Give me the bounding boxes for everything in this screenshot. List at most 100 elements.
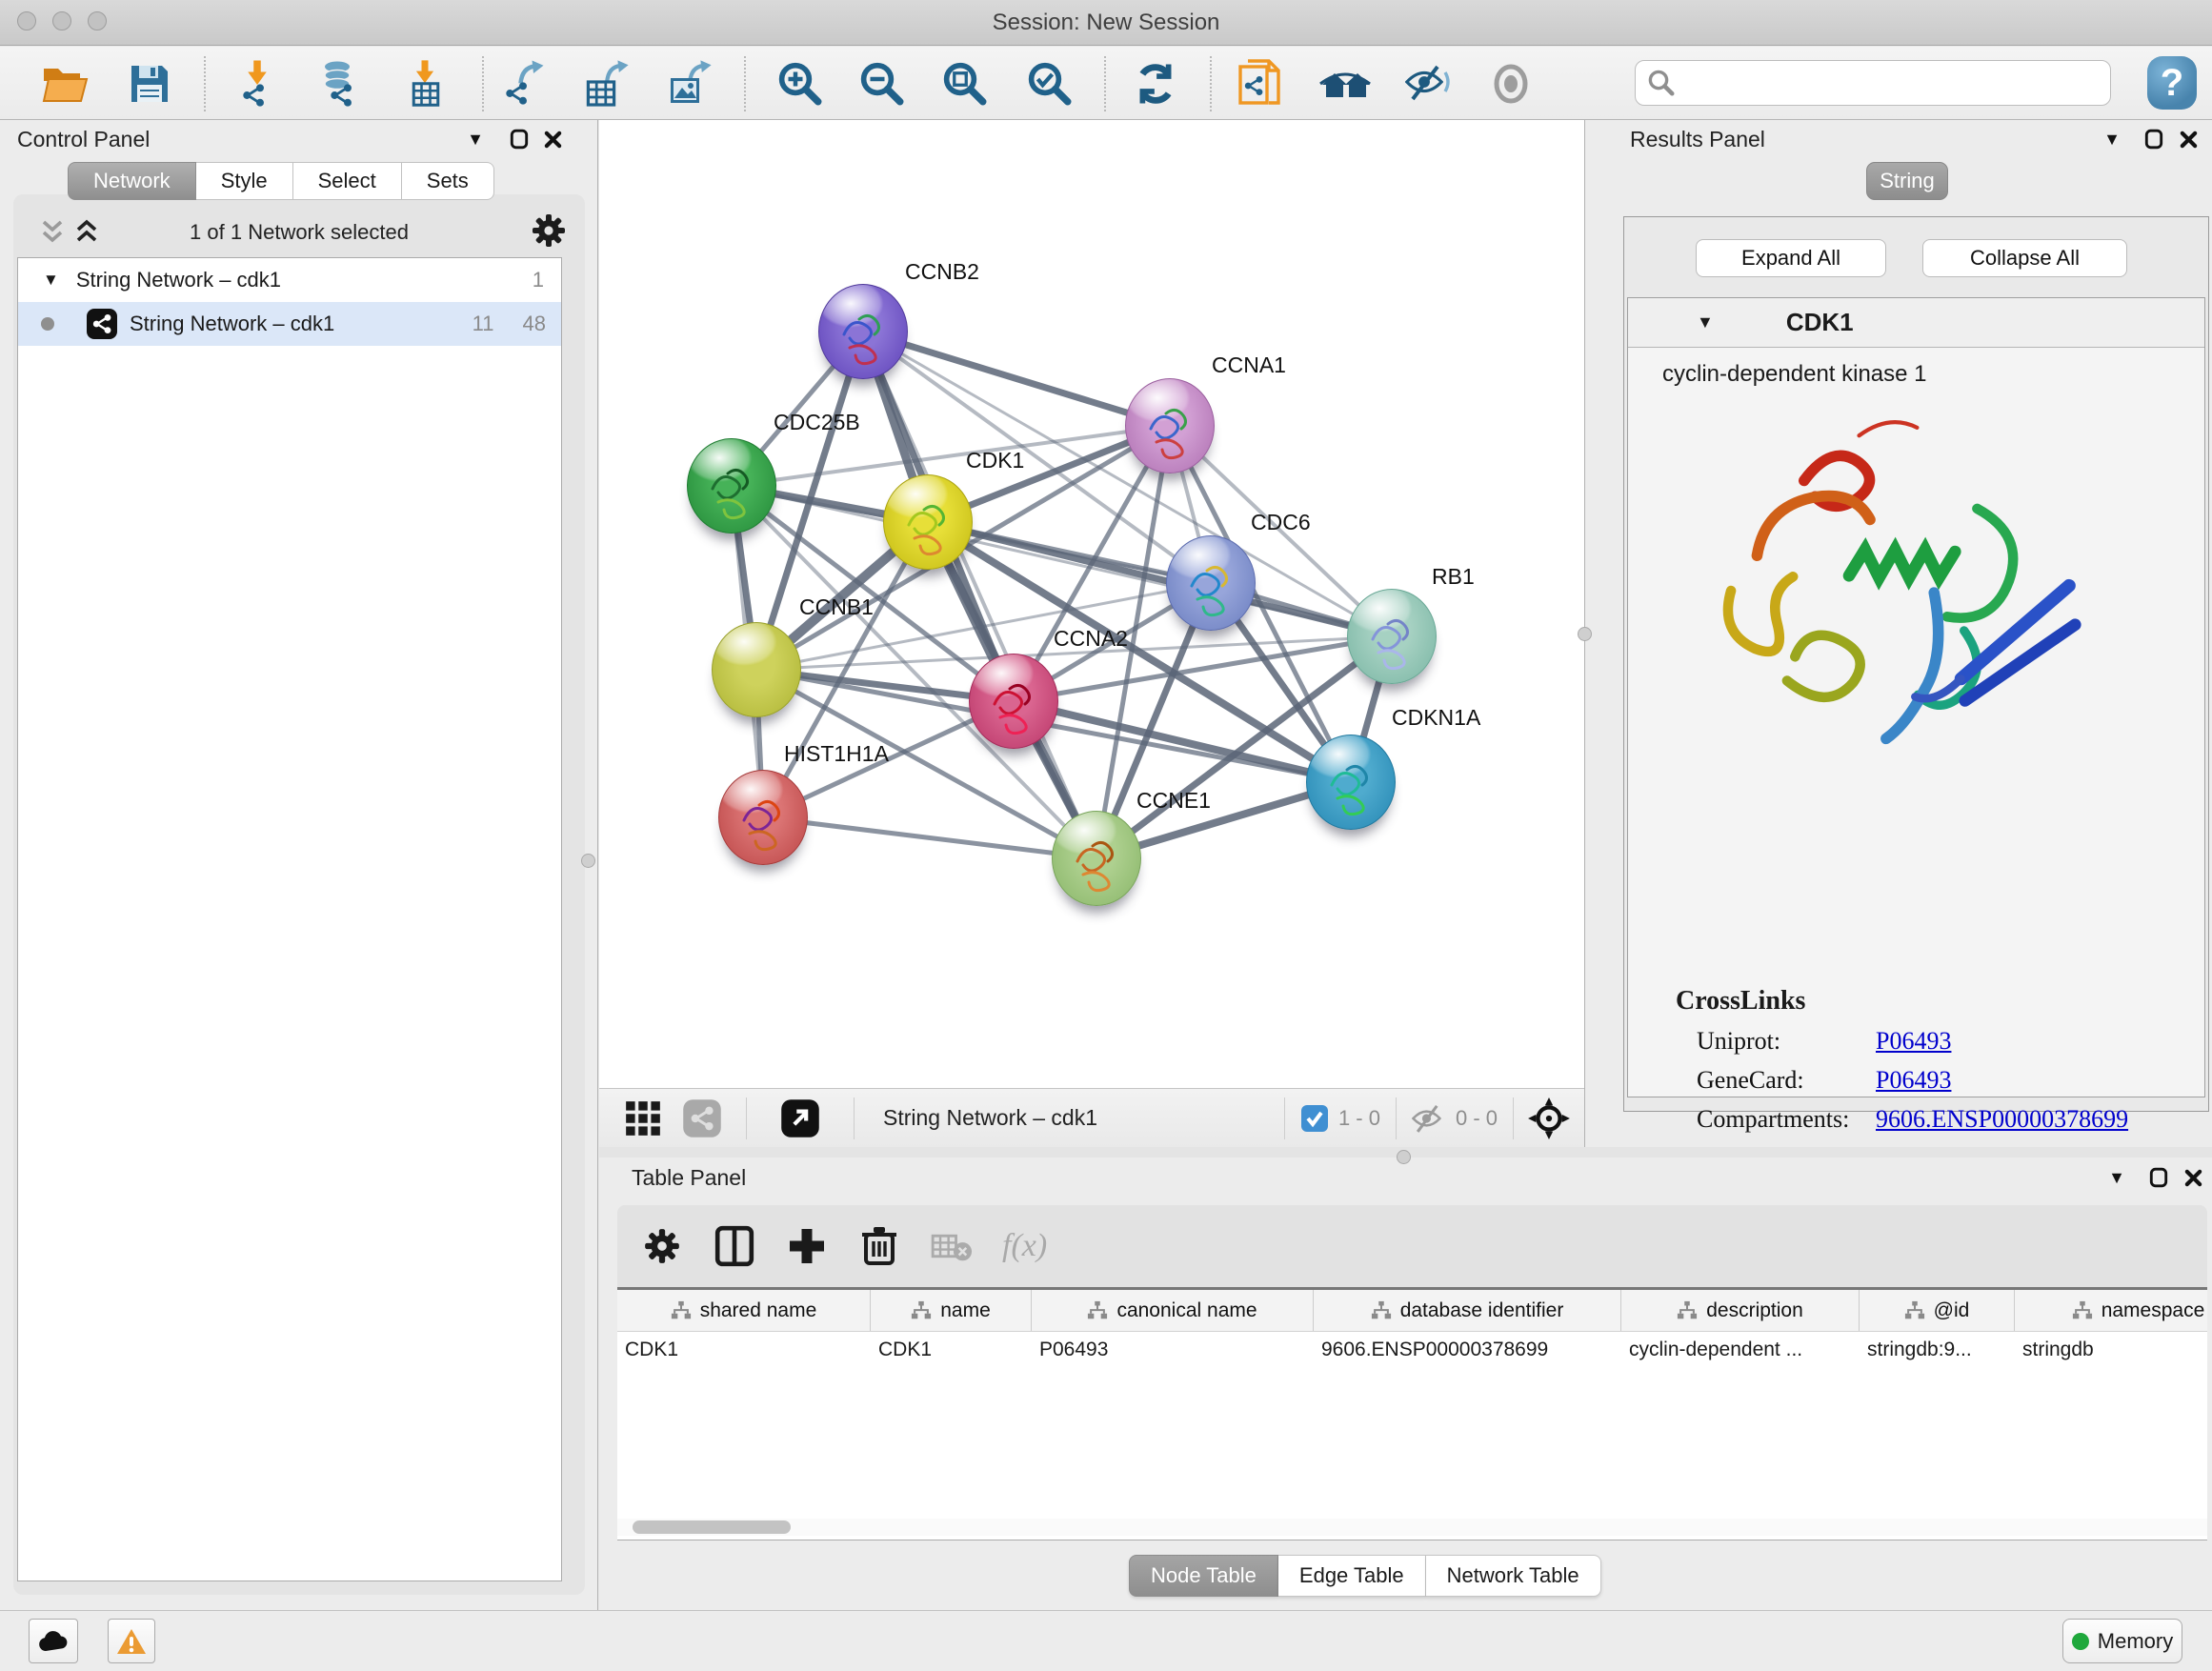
import-table-button[interactable]	[398, 58, 452, 110]
edge-CCNB2-CCNE1[interactable]	[863, 332, 1096, 858]
column-header-@id[interactable]: @id	[1860, 1290, 2015, 1331]
right-splitter-handle[interactable]	[1578, 627, 1592, 641]
node-CDKN1A[interactable]	[1306, 735, 1396, 830]
tab-network-table[interactable]: Network Table	[1426, 1555, 1601, 1597]
node-CCNE1[interactable]	[1052, 811, 1141, 906]
tab-style[interactable]: Style	[196, 162, 293, 200]
close-panel-icon[interactable]	[2174, 126, 2202, 152]
export-table-button[interactable]	[580, 58, 633, 110]
delete-column-trash-icon[interactable]	[854, 1220, 905, 1272]
table-cell[interactable]: stringdb	[2015, 1332, 2207, 1370]
string-home-button[interactable]	[1318, 58, 1372, 110]
panel-menu-icon[interactable]: ▼	[461, 126, 490, 152]
edge-CDK1-RB1[interactable]	[928, 522, 1392, 636]
refresh-button[interactable]	[1129, 58, 1182, 110]
node-card-header[interactable]: ▼ CDK1	[1628, 298, 2204, 348]
tab-node-table[interactable]: Node Table	[1129, 1555, 1278, 1597]
column-header-shared-name[interactable]: shared name	[617, 1290, 871, 1331]
horizontal-scrollbar[interactable]	[617, 1519, 2207, 1536]
grid-view-icon[interactable]	[623, 1098, 663, 1138]
network-collection-row[interactable]: ▼ String Network – cdk1 1	[18, 258, 561, 302]
tab-select[interactable]: Select	[293, 162, 402, 200]
help-button[interactable]: ?	[2147, 56, 2197, 110]
zoom-fit-button[interactable]	[938, 58, 992, 110]
show-columns-icon[interactable]	[709, 1220, 760, 1272]
crosslink-link[interactable]: P06493	[1876, 1066, 1951, 1095]
network-canvas[interactable]: CCNB2CCNA1CDC25BCDK1CDC6RB1CCNB1CCNA2CDK…	[599, 120, 1584, 1088]
open-in-browser-button[interactable]	[1234, 58, 1287, 110]
card-expander-icon[interactable]: ▼	[1697, 312, 1714, 332]
collapse-all-button[interactable]: Collapse All	[1922, 239, 2127, 277]
scrollbar-thumb[interactable]	[633, 1520, 791, 1534]
crosslink-link[interactable]: 9606.ENSP00000378699	[1876, 1105, 2128, 1134]
network-share-toggle-icon[interactable]	[682, 1098, 722, 1138]
warnings-button[interactable]	[108, 1619, 155, 1663]
hidden-count: 0 - 0	[1456, 1106, 1498, 1131]
node-CCNA1[interactable]	[1125, 378, 1215, 473]
panel-menu-icon[interactable]: ▼	[2098, 126, 2126, 152]
node-HIST1H1A[interactable]	[718, 770, 808, 865]
zoom-in-button[interactable]	[774, 58, 827, 110]
collection-expander-icon[interactable]: ▼	[43, 271, 59, 290]
search-input[interactable]	[1676, 64, 2110, 102]
node-CCNA2[interactable]	[969, 654, 1058, 749]
table-cell[interactable]: P06493	[1032, 1332, 1314, 1370]
edge-HIST1H1A-CCNE1[interactable]	[763, 817, 1096, 858]
fit-selected-crosshair-icon[interactable]	[1527, 1097, 1571, 1140]
node-CDK1[interactable]	[883, 474, 973, 570]
export-image-button[interactable]	[663, 58, 716, 110]
close-panel-icon[interactable]	[538, 126, 567, 152]
panel-menu-icon[interactable]: ▼	[2102, 1164, 2131, 1191]
birds-eye-view-icon[interactable]	[780, 1098, 820, 1138]
bottom-splitter-handle[interactable]	[1397, 1150, 1411, 1164]
hidden-eye-icon[interactable]	[1408, 1102, 1448, 1135]
table-cell[interactable]: CDK1	[617, 1332, 871, 1370]
node-name: CDK1	[1786, 308, 1854, 337]
node-CCNB1[interactable]	[712, 622, 801, 717]
node-CCNB2[interactable]	[818, 284, 908, 379]
cloud-button[interactable]	[29, 1619, 78, 1663]
table-cell[interactable]: stringdb:9...	[1860, 1332, 2015, 1370]
network-options-gear-icon[interactable]	[530, 211, 568, 250]
hide-unhide-button[interactable]	[1401, 58, 1455, 110]
node-label-CDC25B: CDC25B	[774, 410, 860, 435]
import-network-from-database-button[interactable]	[311, 58, 364, 110]
import-network-button[interactable]	[231, 58, 284, 110]
tab-sets[interactable]: Sets	[402, 162, 494, 200]
table-options-gear-icon[interactable]	[636, 1220, 688, 1272]
create-column-plus-icon[interactable]	[781, 1220, 833, 1272]
tab-network[interactable]: Network	[68, 162, 196, 200]
float-panel-icon[interactable]	[505, 126, 533, 152]
tab-edge-table[interactable]: Edge Table	[1278, 1555, 1426, 1597]
node-CDC25B[interactable]	[687, 438, 776, 534]
table-row[interactable]: CDK1CDK1P064939606.ENSP00000378699cyclin…	[617, 1332, 2207, 1370]
zoom-selected-button[interactable]	[1023, 58, 1076, 110]
selected-checkbox-icon[interactable]	[1300, 1104, 1329, 1133]
node-CDC6[interactable]	[1166, 535, 1256, 631]
float-panel-icon[interactable]	[2140, 126, 2168, 152]
memory-button[interactable]: Memory	[2062, 1619, 2182, 1663]
show-all-button[interactable]	[1484, 58, 1538, 110]
close-panel-icon[interactable]	[2179, 1164, 2207, 1191]
float-panel-icon[interactable]	[2144, 1164, 2173, 1191]
column-header-name[interactable]: name	[871, 1290, 1032, 1331]
column-header-namespace[interactable]: namespace	[2015, 1290, 2207, 1331]
crosslink-link[interactable]: P06493	[1876, 1027, 1951, 1056]
table-cell[interactable]: CDK1	[871, 1332, 1032, 1370]
column-header-canonical-name[interactable]: canonical name	[1032, 1290, 1314, 1331]
tab-string[interactable]: String	[1866, 162, 1948, 200]
crosslink-label: Uniprot:	[1697, 1027, 1876, 1056]
zoom-out-button[interactable]	[855, 58, 909, 110]
table-cell[interactable]: 9606.ENSP00000378699	[1314, 1332, 1621, 1370]
open-session-button[interactable]	[38, 58, 91, 110]
column-header-database-identifier[interactable]: database identifier	[1314, 1290, 1621, 1331]
network-row-selected[interactable]: String Network – cdk1 11 48	[18, 302, 561, 346]
table-cell[interactable]: cyclin-dependent ...	[1621, 1332, 1860, 1370]
left-splitter-handle[interactable]	[581, 854, 595, 868]
expand-all-button[interactable]: Expand All	[1696, 239, 1886, 277]
export-network-button[interactable]	[497, 58, 551, 110]
column-header-description[interactable]: description	[1621, 1290, 1860, 1331]
edge-CCNB2-CCNA1[interactable]	[863, 332, 1170, 426]
node-RB1[interactable]	[1347, 589, 1437, 684]
save-session-button[interactable]	[123, 58, 176, 110]
